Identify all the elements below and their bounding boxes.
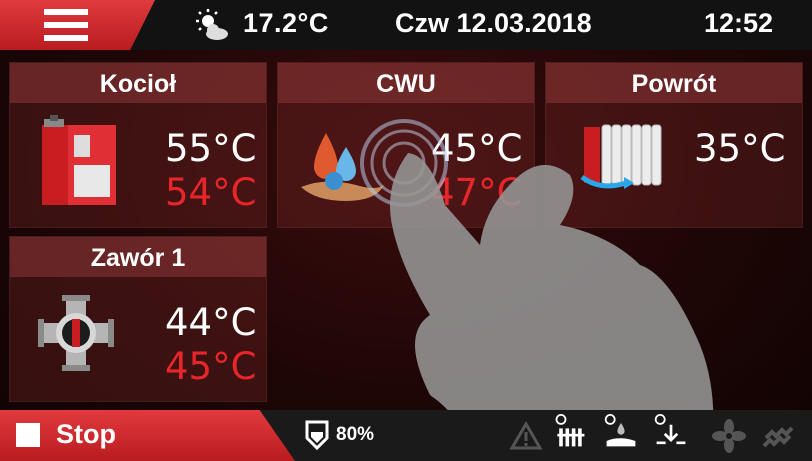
stop-icon [16, 423, 40, 447]
radiator-return-icon [580, 124, 662, 189]
tile-cwu[interactable]: CWU 45°C 47°C [277, 62, 535, 228]
valve-setpoint: 45°C [165, 345, 257, 388]
stop-button[interactable]: Stop [0, 410, 295, 461]
warning-icon[interactable] [508, 418, 544, 454]
return-temperature: 35°C [694, 127, 786, 170]
boiler-temperature: 55°C [165, 127, 257, 170]
bottom-bar: Stop 80% [0, 410, 812, 461]
valve-temperature: 44°C [165, 301, 257, 344]
boiler-setpoint: 54°C [165, 171, 257, 214]
four-way-valve-icon [38, 295, 114, 371]
hot-water-drops-icon [301, 133, 384, 201]
menu-button[interactable] [0, 0, 155, 50]
top-bar: 17.2°C Czw 12.03.2018 12:52 [0, 0, 812, 50]
fuel-hopper-icon [305, 420, 329, 450]
feeder-icon [654, 414, 686, 445]
hot-water-pump-icon [604, 414, 636, 447]
tile-title: Zawór 1 [10, 237, 266, 277]
date-display: Czw 12.03.2018 [395, 8, 592, 38]
fan-icon [712, 419, 746, 453]
time-display: 12:52 [704, 8, 774, 38]
stop-button-label: Stop [56, 419, 116, 449]
tile-powrot[interactable]: Powrót 35°C [545, 62, 803, 228]
sun-cloud-icon [196, 9, 228, 40]
tile-zawor-1[interactable]: Zawór 1 44°C 45°C [9, 236, 267, 402]
radiator-pump-icon [555, 414, 585, 447]
tile-kociol[interactable]: Kocioł 55°C 54°C [9, 62, 267, 228]
tile-title: CWU [278, 63, 534, 103]
hot-water-temperature: 45°C [431, 127, 523, 170]
auger-icon [762, 426, 794, 448]
boiler-icon [42, 115, 116, 205]
fuel-level: 80% [336, 424, 375, 445]
hamburger-menu-icon[interactable] [44, 9, 88, 41]
outdoor-temperature: 17.2°C [243, 8, 329, 38]
tile-title: Powrót [546, 63, 802, 103]
tile-title: Kocioł [10, 63, 266, 103]
hot-water-setpoint: 47°C [431, 171, 523, 214]
